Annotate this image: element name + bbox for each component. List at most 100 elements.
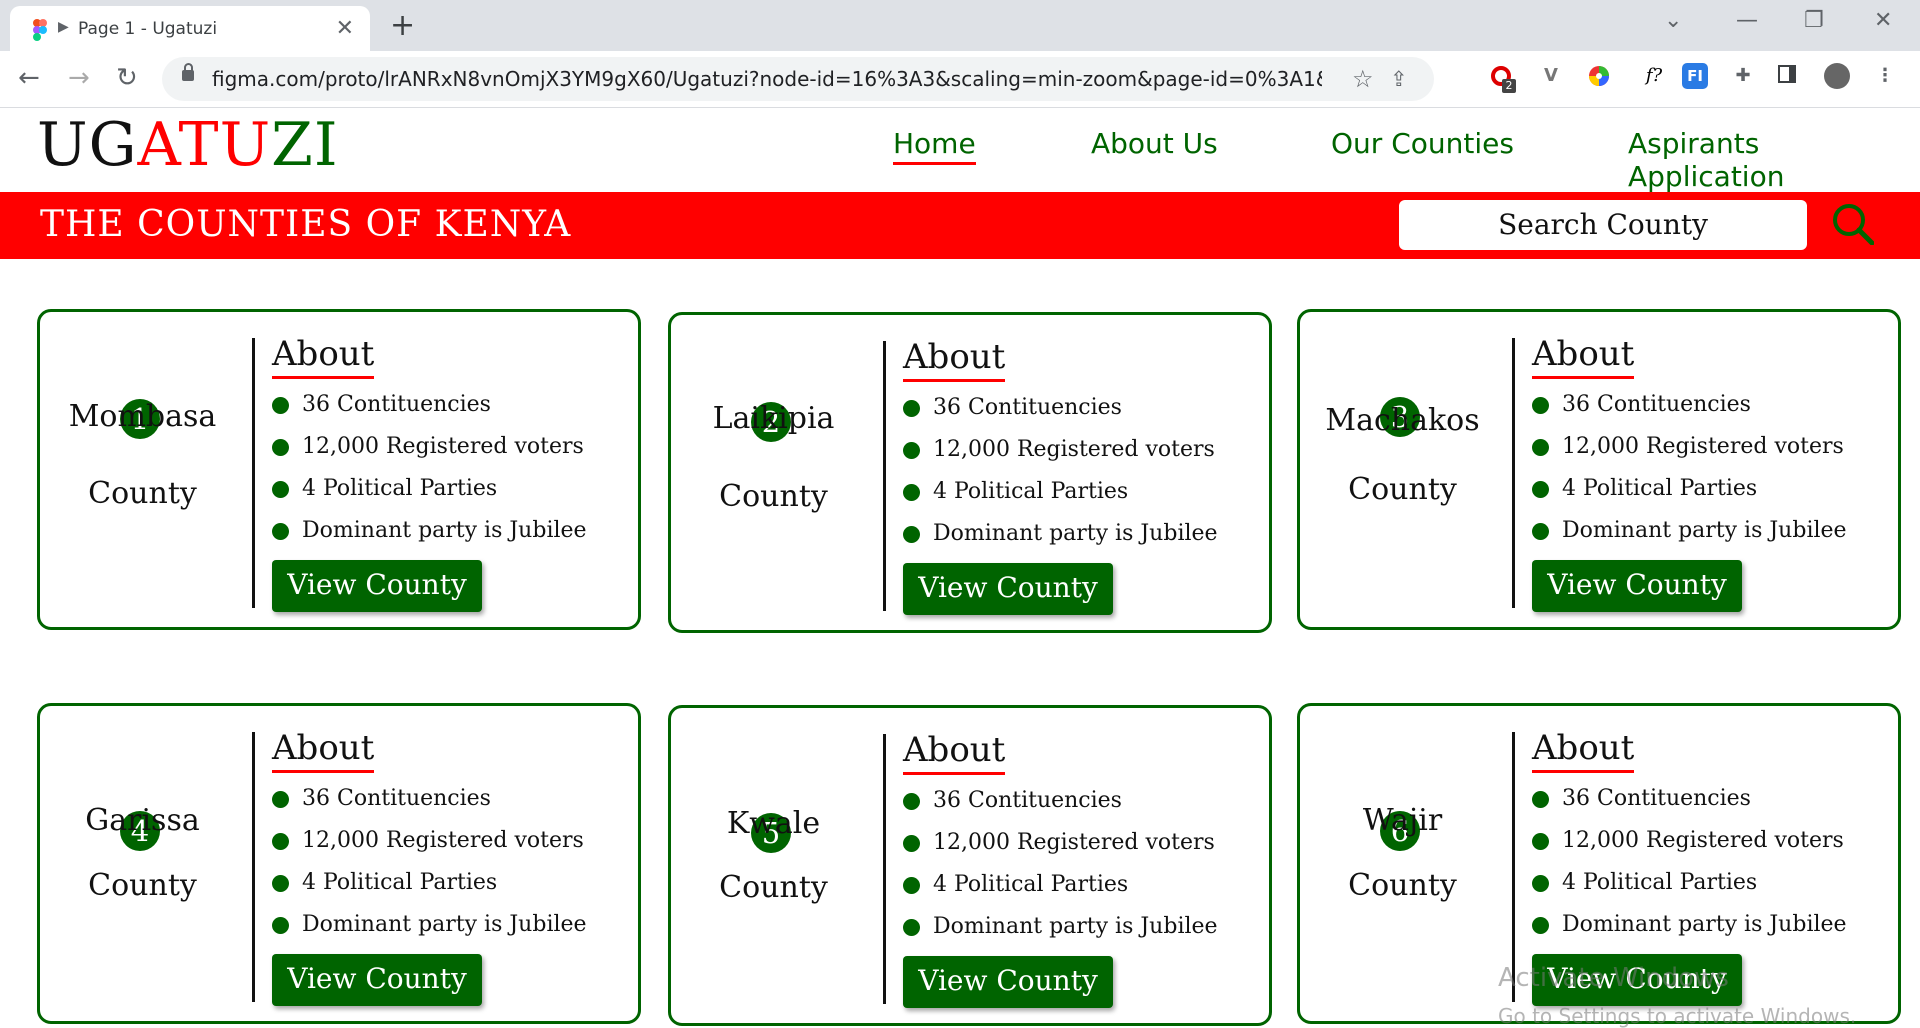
bullet-icon — [903, 442, 920, 459]
extension-v-icon[interactable]: V — [1538, 63, 1564, 89]
bullet-icon — [1532, 875, 1549, 892]
forward-icon[interactable]: → — [68, 63, 90, 93]
fact-text: 12,000 Registered voters — [933, 830, 1215, 855]
county-facts-list: 36 Contituencies 12,000 Registered voter… — [1532, 390, 1847, 558]
county-card: 2 Laikipia County About 36 Contituencies… — [668, 312, 1272, 633]
bullet-icon — [1532, 833, 1549, 850]
bullet-icon — [903, 526, 920, 543]
county-card: 5 Kwale County About 36 Contituencies 12… — [668, 705, 1272, 1026]
nav-aspirants-application[interactable]: Aspirants Application — [1628, 127, 1920, 193]
banner-title: THE COUNTIES OF KENYA — [40, 204, 572, 245]
county-card: 3 Machakos County About 36 Contituencies… — [1297, 309, 1901, 630]
extension-colorwheel-icon[interactable] — [1586, 63, 1612, 89]
bookmark-star-icon[interactable]: ☆ — [1352, 65, 1374, 93]
county-label: County — [719, 870, 828, 905]
activate-windows-hint: Go to Settings to activate Windows. — [1498, 1004, 1857, 1028]
bullet-icon — [272, 875, 289, 892]
play-icon: ▶ — [58, 19, 69, 35]
card-divider — [883, 341, 886, 611]
county-label: County — [88, 476, 197, 511]
side-panel-icon[interactable] — [1776, 63, 1802, 89]
bullet-icon — [272, 791, 289, 808]
card-divider — [1512, 732, 1515, 1002]
county-facts-list: 36 Contituencies 12,000 Registered voter… — [1532, 784, 1847, 952]
share-icon[interactable]: ⇪ — [1390, 67, 1408, 91]
fact-text: 4 Political Parties — [302, 870, 498, 895]
county-card: 1 Mombasa County About 36 Contituencies … — [37, 309, 641, 630]
county-name: Machakos — [1325, 403, 1480, 438]
fact-item: 12,000 Registered voters — [1532, 432, 1847, 474]
tab-search-icon[interactable]: ⌄ — [1664, 8, 1682, 33]
bullet-icon — [903, 400, 920, 417]
bullet-icon — [903, 919, 920, 936]
nav-home[interactable]: Home — [893, 127, 976, 165]
fact-item: 36 Contituencies — [272, 390, 587, 432]
view-county-button[interactable]: View County — [272, 954, 482, 1006]
card-divider — [252, 338, 255, 608]
bullet-icon — [903, 835, 920, 852]
fact-item: 36 Contituencies — [903, 786, 1218, 828]
address-bar[interactable]: figma.com/proto/lrANRxN8vnOmjX3YM9gX60/U… — [162, 57, 1434, 101]
fact-text: 12,000 Registered voters — [1562, 434, 1844, 459]
extension-fi-icon[interactable]: FI — [1682, 63, 1708, 89]
card-divider — [883, 734, 886, 1004]
view-county-button[interactable]: View County — [903, 956, 1113, 1008]
card-divider — [1512, 338, 1515, 608]
fact-item: 12,000 Registered voters — [272, 826, 587, 868]
menu-kebab-icon[interactable]: ⋮ — [1872, 63, 1898, 89]
fact-item: 4 Political Parties — [1532, 474, 1847, 516]
view-county-button[interactable]: View County — [1532, 560, 1742, 612]
nav-about-us[interactable]: About Us — [1091, 127, 1218, 160]
fact-text: Dominant party is Jubilee — [302, 912, 587, 937]
close-window-button[interactable]: ✕ — [1874, 8, 1892, 33]
fact-item: Dominant party is Jubilee — [272, 516, 587, 558]
extensions-puzzle-icon[interactable]: ✚ — [1730, 63, 1756, 89]
fact-text: 4 Political Parties — [1562, 870, 1758, 895]
main-nav: Home About Us Our Counties Aspirants App… — [0, 127, 1920, 193]
fact-text: 12,000 Registered voters — [1562, 828, 1844, 853]
back-icon[interactable]: ← — [18, 63, 40, 93]
profile-avatar[interactable] — [1824, 63, 1850, 89]
fact-text: 12,000 Registered voters — [302, 828, 584, 853]
new-tab-button[interactable]: + — [390, 8, 415, 43]
reload-icon[interactable]: ↻ — [116, 63, 138, 93]
fact-item: Dominant party is Jubilee — [1532, 516, 1847, 558]
fact-item: 4 Political Parties — [903, 870, 1218, 912]
fact-item: 4 Political Parties — [272, 474, 587, 516]
county-facts-list: 36 Contituencies 12,000 Registered voter… — [272, 390, 587, 558]
search-county-input[interactable]: Search County — [1399, 200, 1807, 250]
fact-text: 4 Political Parties — [1562, 476, 1758, 501]
bullet-icon — [1532, 523, 1549, 540]
about-heading: About — [1532, 334, 1635, 379]
county-name: Wajir — [1362, 803, 1443, 838]
browser-tab[interactable]: ▶ Page 1 - Ugatuzi ✕ — [10, 6, 370, 51]
nav-our-counties[interactable]: Our Counties — [1331, 127, 1514, 160]
fact-text: Dominant party is Jubilee — [1562, 518, 1847, 543]
fact-item: Dominant party is Jubilee — [903, 519, 1218, 561]
bullet-icon — [1532, 397, 1549, 414]
county-facts-list: 36 Contituencies 12,000 Registered voter… — [903, 393, 1218, 561]
extension-whatfont-icon[interactable]: f? — [1634, 63, 1674, 89]
extension-badge: 2 — [1502, 79, 1516, 93]
county-facts-list: 36 Contituencies 12,000 Registered voter… — [272, 784, 587, 952]
fact-text: 36 Contituencies — [933, 788, 1122, 813]
bullet-icon — [272, 481, 289, 498]
restore-button[interactable]: ❐ — [1804, 8, 1824, 33]
fact-text: 36 Contituencies — [1562, 786, 1751, 811]
view-county-button[interactable]: View County — [272, 560, 482, 612]
about-heading: About — [903, 337, 1006, 382]
fact-item: 36 Contituencies — [1532, 784, 1847, 826]
county-name: Laikipia — [712, 401, 835, 436]
bullet-icon — [272, 439, 289, 456]
banner: THE COUNTIES OF KENYA Search County — [0, 192, 1920, 259]
minimize-button[interactable]: — — [1736, 8, 1758, 33]
bullet-icon — [903, 793, 920, 810]
bullet-icon — [1532, 439, 1549, 456]
extension-opera-icon[interactable]: 2 — [1488, 63, 1516, 93]
county-name: Mombasa — [68, 399, 217, 434]
url-text[interactable]: figma.com/proto/lrANRxN8vnOmjX3YM9gX60/U… — [212, 67, 1322, 91]
search-icon[interactable] — [1832, 203, 1874, 245]
view-county-button[interactable]: View County — [903, 563, 1113, 615]
fact-text: 36 Contituencies — [302, 786, 491, 811]
close-tab-icon[interactable]: ✕ — [336, 16, 354, 41]
